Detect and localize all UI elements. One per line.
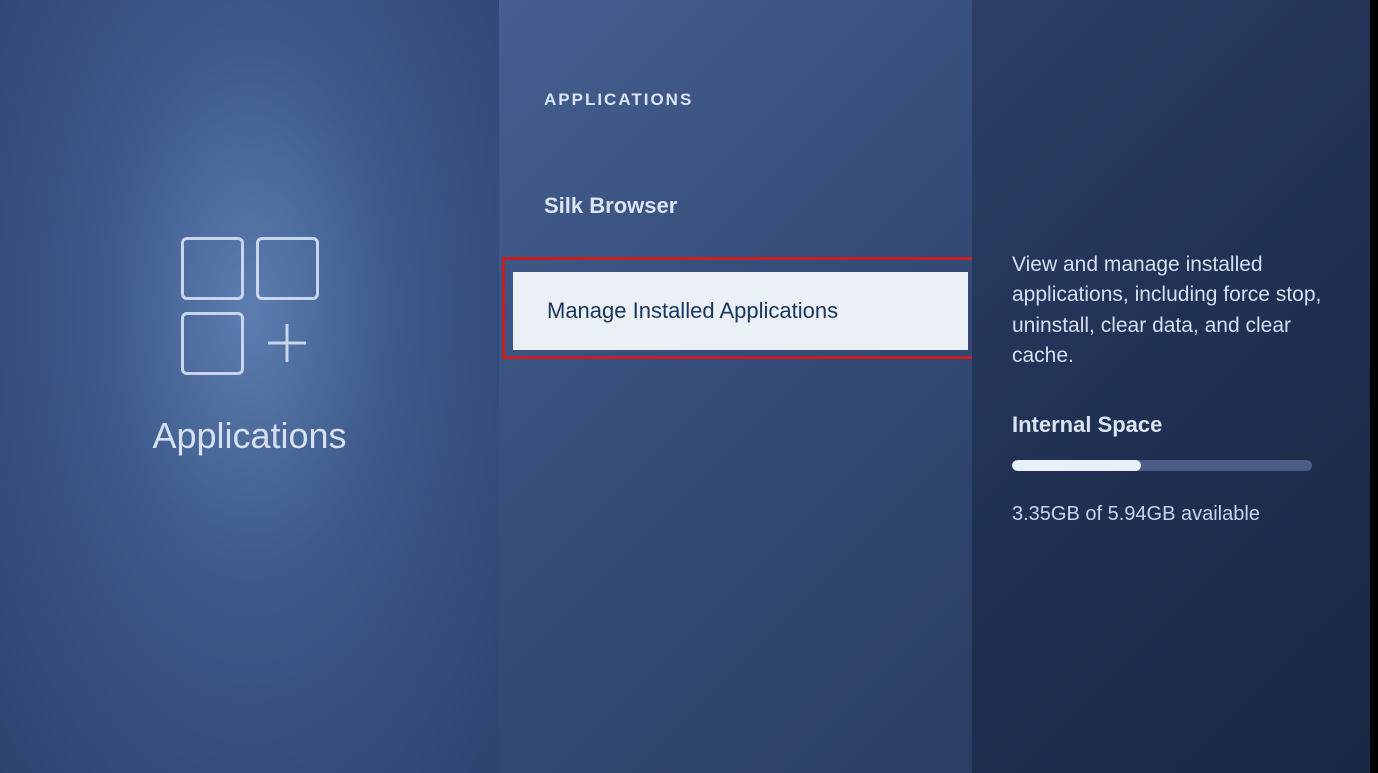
storage-progress-fill [1012,460,1141,471]
storage-progress-bar [1012,460,1312,471]
storage-title: Internal Space [1012,412,1340,438]
menu-item-silk-browser[interactable]: Silk Browser [544,185,972,227]
category-label: Applications [152,415,346,457]
storage-info-text: 3.35GB of 5.94GB available [1012,503,1340,526]
highlight-annotation: Manage Installed Applications [502,257,979,359]
section-header: APPLICATIONS [544,90,972,110]
detail-panel: View and manage installed applications, … [972,0,1378,773]
applications-icon [181,237,319,375]
icon-square [181,237,244,300]
description-text: View and manage installed applications, … [1012,250,1340,372]
icon-square [256,237,319,300]
icon-square [181,312,244,375]
plus-icon [256,312,319,375]
menu-item-manage-apps[interactable]: Manage Installed Applications [513,272,968,350]
menu-panel: APPLICATIONS Silk Browser Manage Install… [499,0,972,773]
category-panel: Applications [0,0,499,773]
